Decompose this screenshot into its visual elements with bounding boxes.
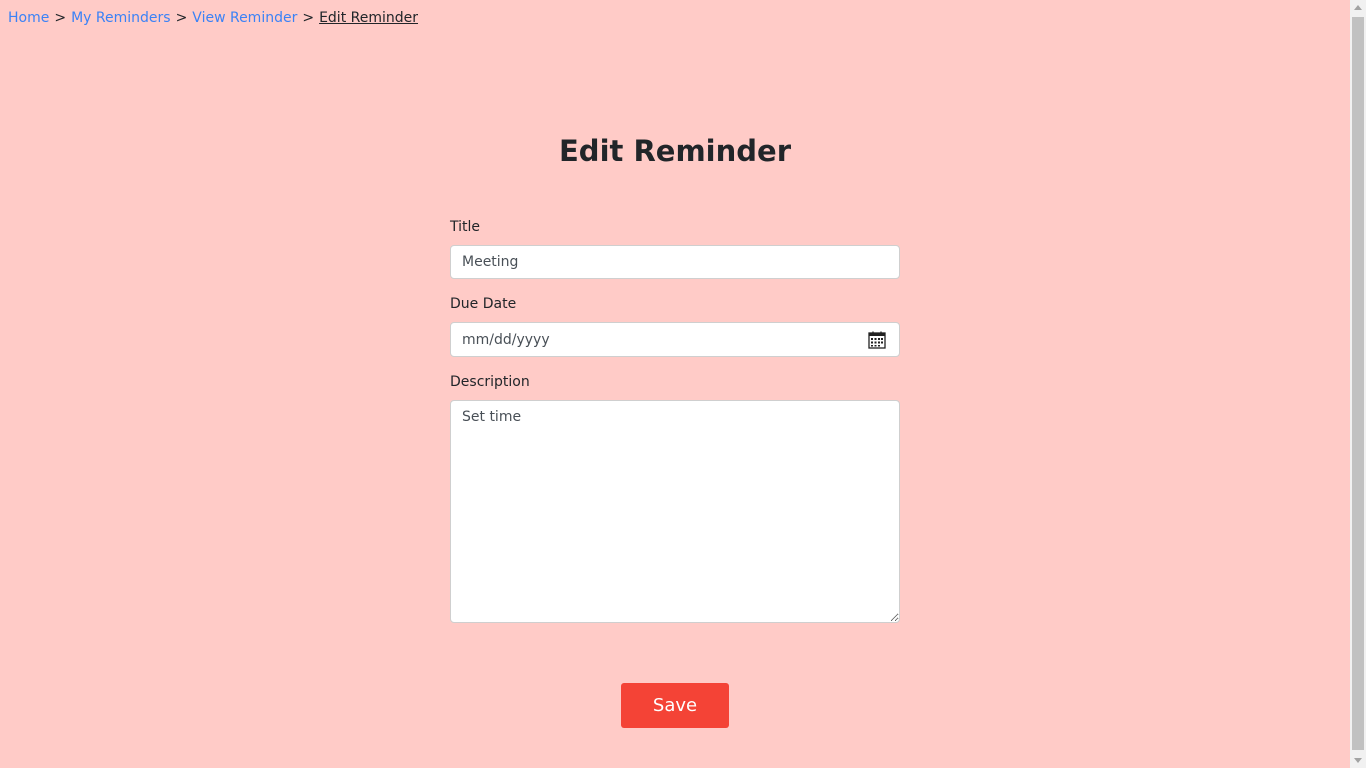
due-date-input[interactable]: mm/dd/yyyy [450,322,900,357]
calendar-icon[interactable] [868,331,886,349]
description-group: Description Set time [450,373,900,623]
description-textarea[interactable]: Set time [450,400,900,623]
due-date-label: Due Date [450,296,517,312]
breadcrumb: Home > My Reminders > View Reminder > Edit Rem… [8,9,418,27]
page-title: Edit Reminder [559,134,791,168]
edit-reminder-form: Title Due Date mm/dd/yyyy [450,218,900,639]
title-label: Title [450,219,481,235]
breadcrumb-separator: > [302,10,315,26]
vertical-scrollbar[interactable] [1350,0,1366,768]
breadcrumb-edit-reminder-link[interactable]: Edit Reminder [319,10,418,26]
due-date-group: Due Date mm/dd/yyyy [450,295,900,357]
save-button[interactable]: Save [621,683,729,728]
breadcrumb-my-reminders-link[interactable]: My Reminders [71,10,170,26]
breadcrumb-separator: > [54,10,67,26]
page: Home > My Reminders > View Reminder > Edit Rem… [0,0,1350,768]
breadcrumb-view-reminder-link[interactable]: View Reminder [192,10,297,26]
due-date-placeholder: mm/dd/yyyy [462,332,550,348]
description-label: Description [450,374,530,390]
scrollbar-thumb[interactable] [1352,17,1364,750]
title-input[interactable] [450,245,900,279]
breadcrumb-separator: > [175,10,188,26]
scroll-down-arrow-icon[interactable] [1354,758,1362,763]
scroll-up-arrow-icon[interactable] [1354,5,1362,10]
breadcrumb-home-link[interactable]: Home [8,10,49,26]
title-group: Title [450,218,900,279]
